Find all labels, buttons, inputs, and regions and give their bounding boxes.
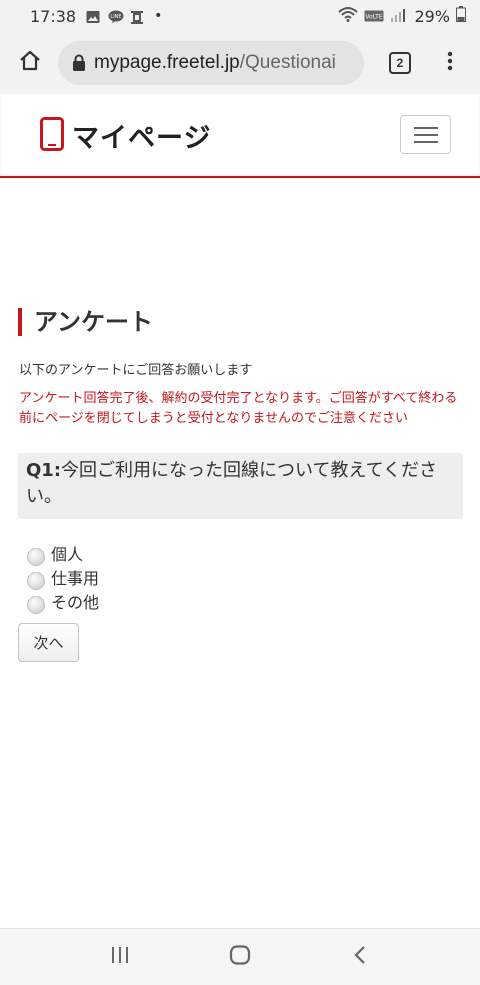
page-title: アンケート bbox=[18, 308, 153, 336]
intro-text: 以下のアンケートにご回答お願いします bbox=[19, 363, 253, 378]
option-label: 仕事用 bbox=[51, 569, 100, 588]
browser-menu-button[interactable] bbox=[430, 35, 470, 91]
option-business[interactable]: 仕事用 bbox=[27, 566, 99, 590]
image-icon bbox=[86, 9, 100, 23]
question-number: Q1: bbox=[26, 460, 62, 481]
wifi-icon bbox=[338, 6, 359, 26]
logo-text: マイページ bbox=[72, 123, 212, 154]
question-text: 今回ご利用になった回線について教えてください。 bbox=[26, 460, 438, 507]
back-button[interactable] bbox=[330, 932, 390, 982]
radio-button[interactable] bbox=[27, 548, 45, 566]
answer-options: 個人 仕事用 その他 bbox=[27, 542, 99, 614]
battery-icon bbox=[456, 6, 466, 26]
line-icon: LINE bbox=[108, 9, 124, 23]
option-label: 個人 bbox=[51, 545, 84, 564]
warning-text: アンケート回答完了後、解約の受付完了となります。ご回答がすべて終わる前にページを… bbox=[19, 391, 458, 426]
status-time: 17:38 bbox=[30, 6, 77, 26]
back-icon bbox=[353, 945, 367, 969]
address-bar[interactable]: mypage.freetel.jp/Questionai bbox=[58, 41, 364, 85]
url-text: mypage.freetel.jp/Questionai bbox=[94, 52, 336, 74]
option-label: その他 bbox=[51, 593, 100, 612]
hamburger-line bbox=[413, 133, 438, 136]
recent-apps-button[interactable] bbox=[90, 932, 150, 982]
url-path: /Questionai bbox=[239, 52, 336, 73]
alarm-icon bbox=[130, 9, 144, 24]
home-icon bbox=[18, 49, 42, 77]
hamburger-menu-button[interactable] bbox=[400, 115, 451, 154]
radio-button[interactable] bbox=[27, 596, 45, 614]
system-nav-bar bbox=[0, 928, 480, 985]
next-button[interactable]: 次へ bbox=[18, 623, 79, 662]
svg-text:LINE: LINE bbox=[111, 14, 122, 20]
volte-icon: VoLTE bbox=[364, 7, 384, 26]
site-logo[interactable]: マイページ bbox=[40, 116, 211, 155]
browser-home-button[interactable] bbox=[2, 35, 58, 91]
smartphone-icon bbox=[40, 116, 64, 155]
radio-button[interactable] bbox=[27, 572, 45, 590]
home-button[interactable] bbox=[210, 932, 270, 982]
recent-apps-icon bbox=[110, 946, 130, 968]
browser-toolbar: mypage.freetel.jp/Questionai 2 bbox=[0, 32, 480, 94]
signal-icon bbox=[390, 7, 406, 26]
lock-icon bbox=[72, 54, 86, 72]
question-box: Q1:今回ご利用になった回線について教えてください。 bbox=[18, 453, 463, 519]
hamburger-line bbox=[413, 126, 438, 129]
option-individual[interactable]: 個人 bbox=[27, 542, 99, 566]
battery-percent: 29% bbox=[414, 6, 450, 26]
tab-count: 2 bbox=[389, 52, 411, 74]
svg-text:VoLTE: VoLTE bbox=[366, 13, 383, 20]
url-domain: mypage.freetel.jp bbox=[94, 52, 240, 73]
more-notifications-dot: • bbox=[154, 8, 163, 24]
tab-switcher-button[interactable]: 2 bbox=[370, 35, 430, 91]
option-other[interactable]: その他 bbox=[27, 590, 99, 614]
hamburger-line bbox=[413, 140, 438, 143]
home-circle-icon bbox=[229, 945, 251, 969]
more-vert-icon bbox=[447, 51, 453, 75]
status-bar: 17:38 LINE • VoLTE 29% bbox=[0, 0, 480, 32]
site-header: マイページ bbox=[0, 94, 480, 178]
